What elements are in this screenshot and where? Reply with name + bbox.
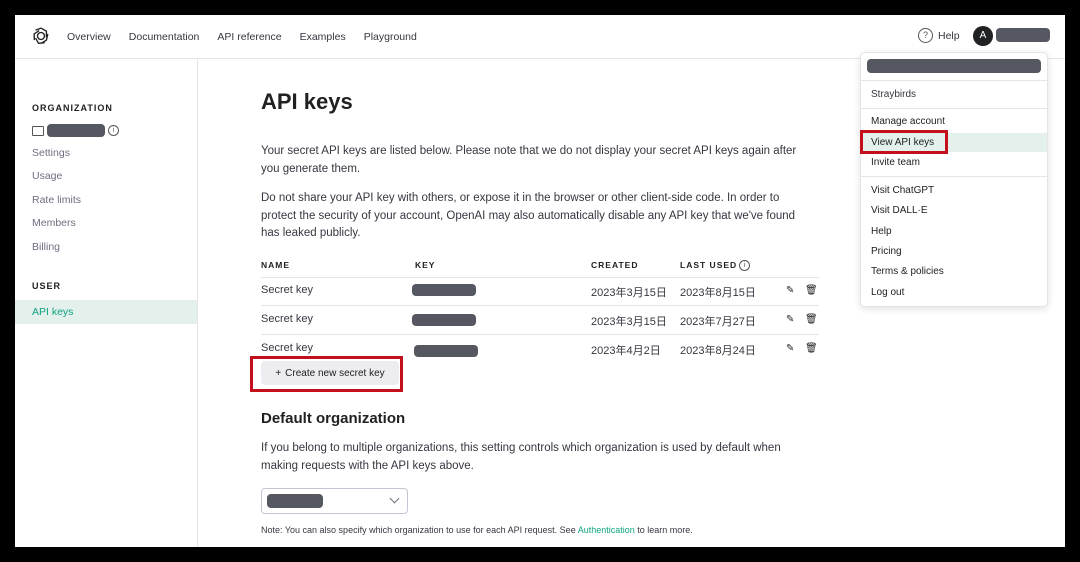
nav-examples[interactable]: Examples xyxy=(300,31,346,43)
default-org-title: Default organization xyxy=(261,410,406,427)
col-header-last-used: LAST USED xyxy=(680,260,738,270)
briefcase-icon xyxy=(32,125,44,136)
col-header-key: KEY xyxy=(415,260,436,270)
info-icon[interactable]: i xyxy=(108,125,119,136)
note-prefix: Note: You can also specify which organiz… xyxy=(261,525,578,535)
menu-visit-dalle[interactable]: Visit DALL·E xyxy=(871,205,928,216)
col-header-created: CREATED xyxy=(591,260,639,270)
menu-terms-policies[interactable]: Terms & policies xyxy=(871,266,944,277)
trash-icon[interactable]: 🗑 xyxy=(805,285,818,296)
app-window: Overview Documentation API reference Exa… xyxy=(15,15,1065,547)
nav-documentation[interactable]: Documentation xyxy=(129,31,200,43)
highlight-box xyxy=(250,356,403,392)
chevron-down-icon xyxy=(389,493,400,504)
openai-logo-icon[interactable] xyxy=(31,26,51,46)
org-name[interactable]: Straybirds xyxy=(871,89,916,100)
question-circle-icon: ? xyxy=(918,28,933,43)
row1-last-used: 2023年8月15日 xyxy=(680,287,756,299)
note-suffix: to learn more. xyxy=(634,525,693,535)
org-selector[interactable]: i xyxy=(32,124,119,137)
divider xyxy=(861,80,1047,81)
security-paragraph: Do not share your API key with others, o… xyxy=(261,192,796,239)
trash-icon[interactable]: 🗑 xyxy=(805,314,818,325)
help-button[interactable]: ? Help xyxy=(918,28,960,43)
row3-name: Secret key xyxy=(261,342,313,354)
menu-invite-team[interactable]: Invite team xyxy=(871,157,920,168)
nav-api-reference[interactable]: API reference xyxy=(217,31,281,43)
nav-overview[interactable]: Overview xyxy=(67,31,111,43)
sidebar: ORGANIZATION i Settings Usage Rate limit… xyxy=(15,59,198,547)
edit-icon[interactable]: ✎ xyxy=(786,343,794,354)
org-heading: ORGANIZATION xyxy=(32,103,113,113)
info-icon[interactable]: i xyxy=(739,260,750,271)
divider xyxy=(861,108,1047,109)
trash-icon[interactable]: 🗑 xyxy=(805,343,818,354)
email-redacted xyxy=(867,59,1041,73)
org-name-redacted xyxy=(47,124,105,137)
sidebar-item-api-keys[interactable]: API keys xyxy=(15,300,197,324)
sidebar-item-settings[interactable]: Settings xyxy=(32,147,70,159)
avatar[interactable]: A xyxy=(973,26,993,46)
menu-manage-account[interactable]: Manage account xyxy=(871,116,945,127)
col-header-name: NAME xyxy=(261,260,291,270)
sidebar-item-usage[interactable]: Usage xyxy=(32,170,62,182)
row2-name: Secret key xyxy=(261,313,313,325)
menu-visit-chatgpt[interactable]: Visit ChatGPT xyxy=(871,185,934,196)
account-dropdown: Straybirds Manage account View API keys … xyxy=(860,52,1048,307)
row3-last-used: 2023年8月24日 xyxy=(680,345,756,357)
table-divider xyxy=(261,334,819,335)
highlight-box xyxy=(860,130,948,154)
edit-icon[interactable]: ✎ xyxy=(786,285,794,296)
row2-key-redacted xyxy=(412,314,476,326)
row1-name: Secret key xyxy=(261,284,313,296)
note-text: Note: You can also specify which organiz… xyxy=(261,525,693,535)
sidebar-item-rate-limits[interactable]: Rate limits xyxy=(32,194,81,206)
menu-help[interactable]: Help xyxy=(871,226,892,237)
table-divider xyxy=(261,305,819,306)
default-org-select[interactable] xyxy=(261,488,408,514)
page-title: API keys xyxy=(261,89,353,114)
user-heading: USER xyxy=(32,281,62,291)
sidebar-item-label: API keys xyxy=(32,306,74,318)
edit-icon[interactable]: ✎ xyxy=(786,314,794,325)
help-label: Help xyxy=(938,29,960,42)
row1-created: 2023年3月15日 xyxy=(591,287,667,299)
sidebar-item-billing[interactable]: Billing xyxy=(32,241,60,253)
nav-links: Overview Documentation API reference Exa… xyxy=(67,15,417,58)
row2-created: 2023年3月15日 xyxy=(591,316,667,328)
menu-pricing[interactable]: Pricing xyxy=(871,246,902,257)
row3-created: 2023年4月2日 xyxy=(591,345,661,357)
default-org-text: If you belong to multiple organizations,… xyxy=(261,442,781,472)
authentication-link[interactable]: Authentication xyxy=(578,525,635,535)
row2-last-used: 2023年7月27日 xyxy=(680,316,756,328)
row1-key-redacted xyxy=(412,284,476,296)
row3-key-redacted xyxy=(414,345,478,357)
intro-paragraph: Your secret API keys are listed below. P… xyxy=(261,145,797,175)
menu-log-out[interactable]: Log out xyxy=(871,287,904,298)
divider xyxy=(861,176,1047,177)
nav-playground[interactable]: Playground xyxy=(364,31,417,43)
table-divider xyxy=(261,277,819,278)
username-redacted[interactable] xyxy=(996,28,1050,42)
sidebar-item-members[interactable]: Members xyxy=(32,217,76,229)
selected-org-redacted xyxy=(267,494,323,508)
